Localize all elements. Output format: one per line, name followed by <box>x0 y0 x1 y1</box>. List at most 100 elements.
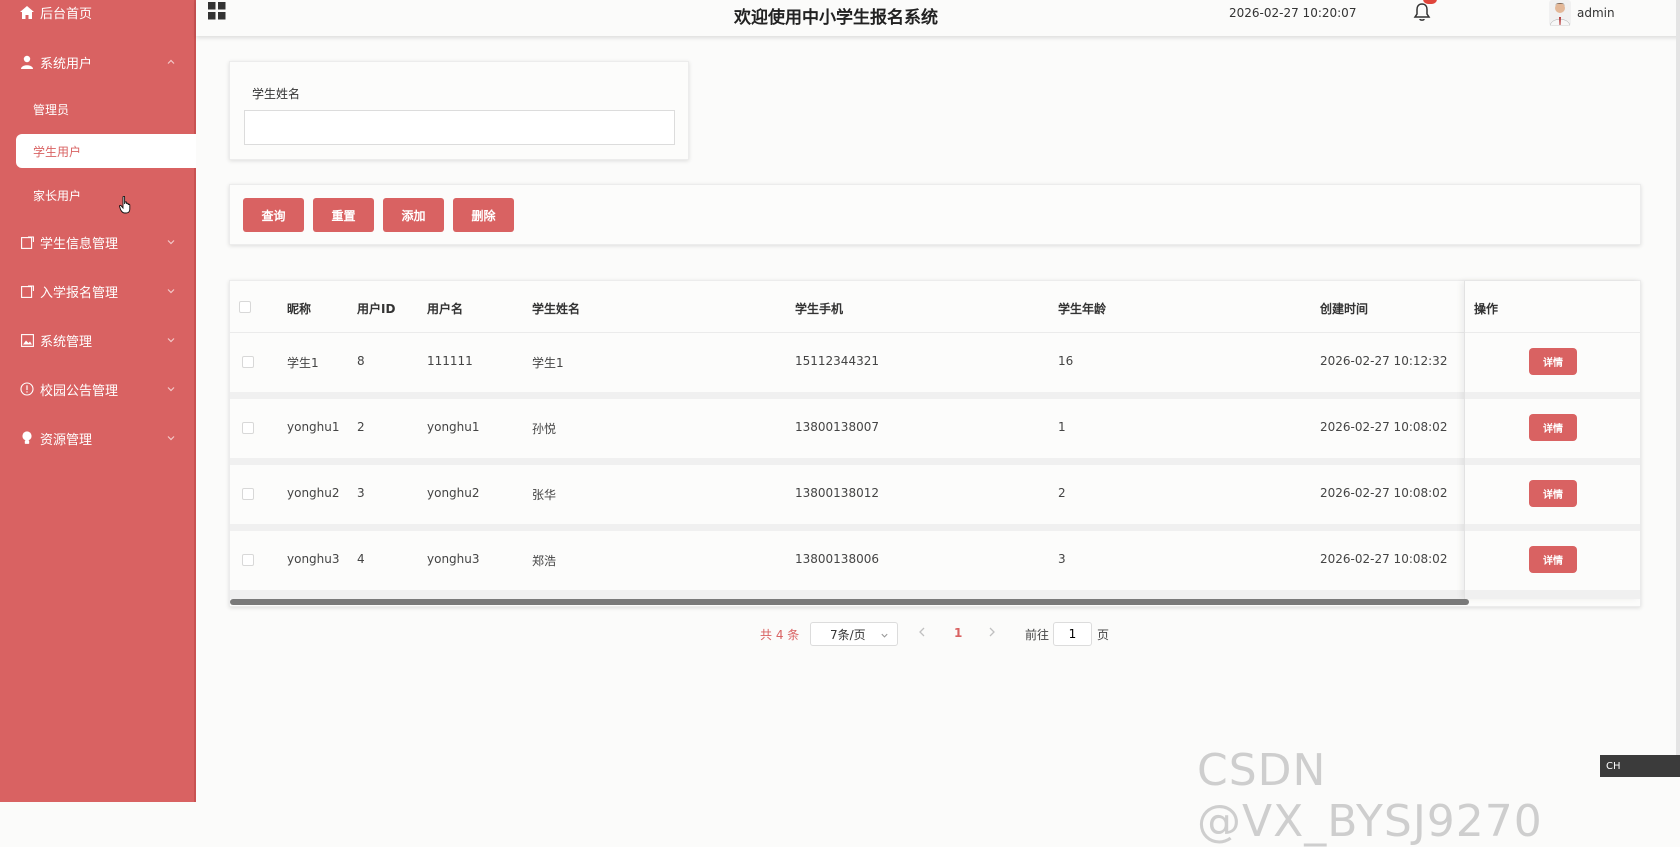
query-button[interactable]: 查询 <box>243 198 304 232</box>
menu-grid-icon[interactable] <box>208 2 226 20</box>
col-created-time: 创建时间 <box>1320 302 1369 316</box>
cell-created-time: 2026-02-27 10:08:02 <box>1320 552 1448 566</box>
ime-label: CH <box>1606 760 1621 772</box>
nav-resources[interactable]: 资源管理 <box>0 418 196 458</box>
search-panel: 学生姓名 <box>229 61 689 160</box>
cell-student-phone: 13800138007 <box>795 420 879 434</box>
edit-doc-icon <box>20 235 34 249</box>
delete-button[interactable]: 删除 <box>453 198 514 232</box>
sidebar-item-student-users[interactable]: 学生用户 <box>16 134 196 168</box>
top-header: 欢迎使用中小学生报名系统 2026-02-27 10:20:07 admin <box>196 0 1680 36</box>
bell-icon[interactable] <box>1412 2 1432 22</box>
ime-indicator: CH <box>1600 755 1680 777</box>
chevron-down-icon <box>167 387 175 392</box>
reset-button[interactable]: 重置 <box>313 198 374 232</box>
cell-student-age: 1 <box>1058 420 1066 434</box>
search-label: 学生姓名 <box>252 87 301 101</box>
next-page-button[interactable] <box>988 626 996 650</box>
header-username[interactable]: admin <box>1577 6 1615 20</box>
select-all-checkbox[interactable] <box>239 301 251 313</box>
chevron-down-icon <box>167 436 175 441</box>
nav-student-info[interactable]: 学生信息管理 <box>0 222 196 262</box>
detail-button[interactable]: 详情 <box>1529 546 1577 573</box>
page-title: 欢迎使用中小学生报名系统 <box>734 8 938 28</box>
row-checkbox[interactable] <box>242 488 254 500</box>
cell-user-id: 4 <box>357 552 365 566</box>
table-row: 学生1 8 111111 学生1 15112344321 16 2026-02-… <box>230 333 1640 392</box>
goto-label: 前往 <box>1025 628 1050 642</box>
lightbulb-icon <box>20 431 34 445</box>
cell-nickname: 学生1 <box>287 356 319 370</box>
pagination-total: 共 4 条 <box>760 628 800 642</box>
cell-nickname: yonghu1 <box>287 420 340 434</box>
notification-badge <box>1423 0 1437 4</box>
col-username: 用户名 <box>427 302 464 316</box>
nav-resources-label: 资源管理 <box>40 432 93 448</box>
chevron-down-icon <box>881 633 888 638</box>
cell-nickname: yonghu3 <box>287 552 340 566</box>
cell-created-time: 2026-02-27 10:12:32 <box>1320 354 1448 368</box>
cell-student-name: 孙悦 <box>532 422 557 436</box>
nav-system-users[interactable]: 系统用户 <box>0 42 196 82</box>
image-icon <box>20 333 34 347</box>
horizontal-scrollbar[interactable] <box>230 599 1469 605</box>
action-toolbar: 查询 重置 添加 删除 <box>229 184 1641 245</box>
detail-button[interactable]: 详情 <box>1529 348 1577 375</box>
sidebar-item-parent-users-label: 家长用户 <box>33 188 82 203</box>
prev-page-button[interactable] <box>918 626 926 650</box>
col-user-id: 用户ID <box>357 302 396 316</box>
table-header-row: 昵称 用户ID 用户名 学生姓名 学生手机 学生年龄 创建时间 <box>230 281 1640 333</box>
page-size-select[interactable]: 7条/页 <box>810 622 898 646</box>
table-row: yonghu1 2 yonghu1 孙悦 13800138007 1 2026-… <box>230 399 1640 458</box>
goto-page-input[interactable] <box>1053 622 1092 646</box>
nav-enrollment[interactable]: 入学报名管理 <box>0 271 196 311</box>
hand-cursor-icon <box>119 196 131 214</box>
chevron-right-icon <box>989 627 995 637</box>
divider <box>1465 332 1641 333</box>
detail-button[interactable]: 详情 <box>1529 414 1577 441</box>
add-button[interactable]: 添加 <box>383 198 444 232</box>
col-nickname: 昵称 <box>287 302 312 316</box>
row-checkbox[interactable] <box>242 356 254 368</box>
col-student-name: 学生姓名 <box>532 302 581 316</box>
cell-username: yonghu3 <box>427 552 480 566</box>
nav-announcement[interactable]: 校园公告管理 <box>0 369 196 409</box>
nav-system-mgmt-label: 系统管理 <box>40 334 93 350</box>
row-checkbox[interactable] <box>242 554 254 566</box>
data-table: 昵称 用户ID 用户名 学生姓名 学生手机 学生年龄 创建时间 学生1 8 11… <box>229 280 1641 607</box>
nav-home-label: 后台首页 <box>40 6 93 22</box>
row-checkbox[interactable] <box>242 422 254 434</box>
cell-student-phone: 13800138006 <box>795 552 879 566</box>
nav-announcement-label: 校园公告管理 <box>40 383 119 399</box>
cell-student-name: 学生1 <box>532 356 564 370</box>
student-name-input[interactable] <box>244 110 675 145</box>
cell-nickname: yonghu2 <box>287 486 340 500</box>
chevron-up-icon <box>167 59 175 64</box>
nav-student-info-label: 学生信息管理 <box>40 236 119 252</box>
cell-created-time: 2026-02-27 10:08:02 <box>1320 420 1448 434</box>
info-circle-icon <box>20 382 34 396</box>
vertical-scrollbar[interactable] <box>1676 0 1680 760</box>
cell-user-id: 2 <box>357 420 365 434</box>
row-separator <box>230 524 1640 531</box>
sidebar: 后台首页 系统用户 管理员 学生用户 家长用户 学生信息管理 入学报名管理 系统… <box>0 0 196 802</box>
user-icon <box>20 55 34 69</box>
sidebar-item-admin-label: 管理员 <box>33 102 70 117</box>
cell-username: 111111 <box>427 354 473 368</box>
sidebar-item-admin[interactable]: 管理员 <box>16 92 196 126</box>
home-icon <box>20 5 34 19</box>
table-row: yonghu2 3 yonghu2 张华 13800138012 2 2026-… <box>230 465 1640 524</box>
cell-student-age: 16 <box>1058 354 1074 368</box>
sidebar-item-parent-users[interactable]: 家长用户 <box>16 178 196 212</box>
edit-doc-icon <box>20 284 34 298</box>
table-row: yonghu3 4 yonghu3 郑浩 13800138006 3 2026-… <box>230 531 1640 590</box>
header-datetime: 2026-02-27 10:20:07 <box>1229 6 1357 20</box>
detail-button[interactable]: 详情 <box>1529 480 1577 507</box>
chevron-left-icon <box>919 627 925 637</box>
page-size-value: 7条/页 <box>830 627 866 642</box>
nav-system-mgmt[interactable]: 系统管理 <box>0 320 196 360</box>
page-number-current[interactable]: 1 <box>954 626 962 650</box>
nav-home[interactable]: 后台首页 <box>0 0 196 32</box>
cell-student-phone: 15112344321 <box>795 354 879 368</box>
avatar[interactable] <box>1549 0 1571 26</box>
